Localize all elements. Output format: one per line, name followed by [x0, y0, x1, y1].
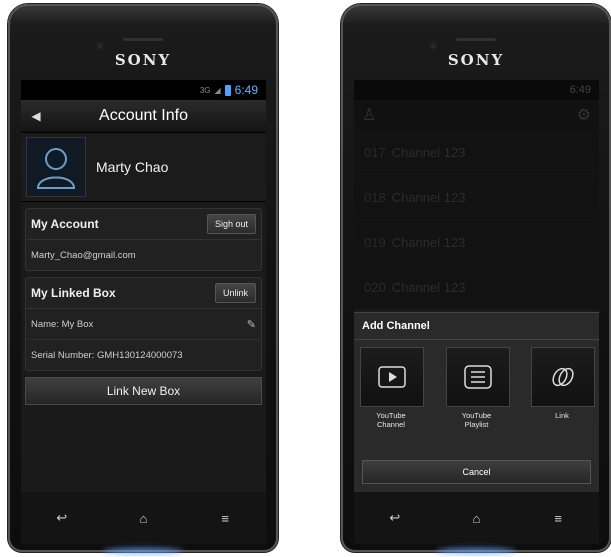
- box-name-row[interactable]: Name: My Box ✎: [26, 309, 261, 340]
- youtube-playlist-option[interactable]: YouTube Playlist: [445, 347, 510, 429]
- signal-icon: ◢: [214, 85, 221, 95]
- serial-number: Serial Number: GMH130124000073: [31, 349, 183, 361]
- linked-box-header: My Linked Box Unlink: [26, 278, 261, 309]
- linked-box-card: My Linked Box Unlink Name: My Box ✎ Seri…: [25, 277, 262, 371]
- channel-label: Channel 123: [391, 279, 466, 295]
- avatar[interactable]: [26, 137, 86, 197]
- email-row: Marty_Chao@gmail.com: [26, 240, 261, 270]
- dimmed-header: ♙ ⚙: [354, 100, 599, 130]
- front-camera: [96, 42, 104, 50]
- profile-section: Marty Chao: [21, 133, 266, 202]
- channel-number: 020: [364, 279, 386, 295]
- profile-name: Marty Chao: [96, 159, 169, 175]
- channel-number: 018: [364, 189, 386, 205]
- back-key-icon[interactable]: ↩: [375, 510, 415, 526]
- home-key-icon[interactable]: ⌂: [456, 511, 496, 526]
- phone-left: SONY 3G ◢ 6:49 ◀ Account Info Marty Chao: [8, 4, 278, 554]
- dialog-title: Add Channel: [354, 313, 599, 340]
- back-arrow-icon[interactable]: ◀: [21, 109, 51, 123]
- edit-pencil-icon[interactable]: ✎: [247, 318, 256, 331]
- option-label: YouTube Channel: [376, 411, 406, 429]
- softkey-bar: ↩ ⌂ ≡: [21, 492, 266, 544]
- status-time: 6:49: [234, 83, 258, 97]
- linked-box-title: My Linked Box: [31, 286, 116, 300]
- channel-options: YouTube Channel YouTube Playlist Link: [354, 340, 599, 429]
- my-account-card: My Account Sigh out Marty_Chao@gmail.com: [25, 208, 262, 271]
- status-time: 6:49: [569, 84, 591, 96]
- box-name: Name: My Box: [31, 318, 94, 330]
- add-channel-dialog: Add Channel YouTube Channel YouTube Play…: [354, 312, 599, 492]
- my-account-title: My Account: [31, 217, 99, 231]
- channel-label: Channel 123: [391, 189, 466, 205]
- speaker-grille: [456, 38, 496, 41]
- option-label: Link: [555, 411, 569, 420]
- menu-key-icon[interactable]: ≡: [538, 511, 578, 526]
- menu-key-icon[interactable]: ≡: [205, 511, 245, 526]
- home-key-icon[interactable]: ⌂: [123, 511, 163, 526]
- channel-number: 017: [364, 144, 386, 160]
- front-camera: [429, 42, 437, 50]
- title-bar: ◀ Account Info: [21, 100, 266, 133]
- notification-light: [103, 548, 183, 554]
- channel-row: 017 Channel 123: [354, 130, 599, 175]
- screen-account-info: 3G ◢ 6:49 ◀ Account Info Marty Chao My A…: [21, 80, 266, 492]
- notification-light: [436, 548, 516, 554]
- network-indicator: 3G: [199, 85, 211, 95]
- unlink-button[interactable]: Unlink: [214, 283, 256, 303]
- list-icon[interactable]: [445, 347, 510, 407]
- softkey-bar: ↩ ⌂ ≡: [354, 492, 599, 544]
- screen-add-channel: 6:49 ♙ ⚙ 017 Channel 123 018 Channel 123…: [354, 80, 599, 492]
- phone-right: SONY 6:49 ♙ ⚙ 017 Channel 123 018 Channe…: [341, 4, 611, 554]
- option-label: YouTube Playlist: [461, 411, 492, 429]
- link-icon[interactable]: [531, 347, 595, 407]
- channel-row: 020 Channel 123: [354, 265, 599, 310]
- back-key-icon[interactable]: ↩: [42, 510, 82, 526]
- channel-label: Channel 123: [391, 234, 466, 250]
- link-new-box-button[interactable]: Link New Box: [25, 377, 262, 405]
- user-icon: ♙: [362, 107, 377, 124]
- my-account-header: My Account Sigh out: [26, 209, 261, 240]
- link-option[interactable]: Link: [531, 347, 595, 429]
- battery-icon: [224, 84, 231, 96]
- status-bar: 6:49: [354, 80, 599, 100]
- account-email: Marty_Chao@gmail.com: [31, 249, 136, 261]
- settings-gear-icon: ⚙: [576, 107, 591, 124]
- brand-logo: SONY: [114, 51, 172, 69]
- youtube-channel-option[interactable]: YouTube Channel: [360, 347, 424, 429]
- brand-logo: SONY: [447, 51, 505, 69]
- user-icon: [36, 148, 76, 189]
- channel-number: 019: [364, 234, 386, 250]
- speaker-grille: [123, 38, 163, 41]
- cancel-button[interactable]: Cancel: [362, 460, 591, 484]
- channel-row: 018 Channel 123: [354, 175, 599, 220]
- channel-row: 019 Channel 123: [354, 220, 599, 265]
- page-title: Account Info: [99, 107, 188, 124]
- channel-label: Channel 123: [391, 144, 466, 160]
- serial-row: Serial Number: GMH130124000073: [26, 340, 261, 370]
- sign-out-button[interactable]: Sigh out: [206, 214, 256, 234]
- status-bar: 3G ◢ 6:49: [21, 80, 266, 100]
- play-icon[interactable]: [360, 347, 424, 407]
